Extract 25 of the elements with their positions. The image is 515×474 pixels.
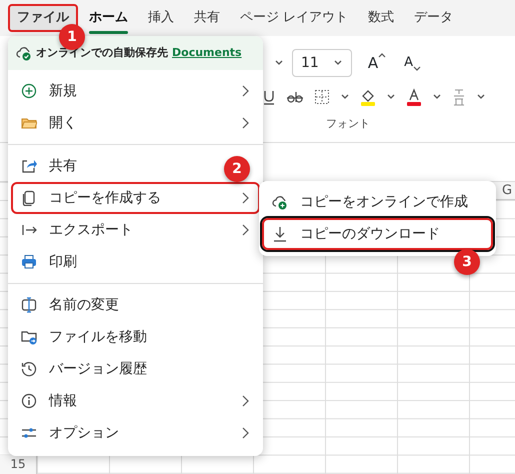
menu-item[interactable]: エクスポート	[11, 214, 260, 246]
group-label: フォント	[326, 117, 370, 130]
submenu-item[interactable]: コピーのダウンロード	[262, 218, 493, 250]
menu-item[interactable]: 情報	[11, 385, 260, 417]
menu-item[interactable]: オプション	[11, 417, 260, 449]
font-size-dropdown[interactable]: 11	[292, 49, 352, 77]
menu-item[interactable]: 新規	[11, 75, 260, 107]
grow-font-button[interactable]: A	[368, 52, 386, 74]
ribbon-tab[interactable]: 数式	[359, 4, 404, 32]
menu-item[interactable]: ファイルを移動	[11, 321, 163, 353]
menu-item[interactable]: バージョン履歴	[11, 353, 163, 385]
ribbon-tab[interactable]: データ	[405, 4, 462, 32]
ribbon-tab[interactable]: 共有	[185, 4, 229, 32]
ribbon-tab[interactable]: ページ レイアウト	[231, 4, 358, 32]
menu-item[interactable]: 開く	[11, 107, 260, 139]
menu-item[interactable]: コピーを作成する	[11, 182, 260, 214]
menu-item[interactable]: 共有	[11, 150, 93, 182]
menu-item[interactable]: 印刷	[11, 246, 93, 278]
shrink-font-button[interactable]: A	[404, 53, 421, 73]
documents-link[interactable]: Documents	[172, 44, 242, 62]
column-header[interactable]: G	[502, 183, 512, 198]
ribbon-tab[interactable]: ファイル	[8, 4, 78, 32]
menu-item[interactable]: 名前の変更	[11, 289, 135, 321]
submenu-item[interactable]: コピーをオンラインで作成	[262, 186, 493, 218]
ribbon-tab[interactable]: 挿入	[139, 4, 183, 32]
